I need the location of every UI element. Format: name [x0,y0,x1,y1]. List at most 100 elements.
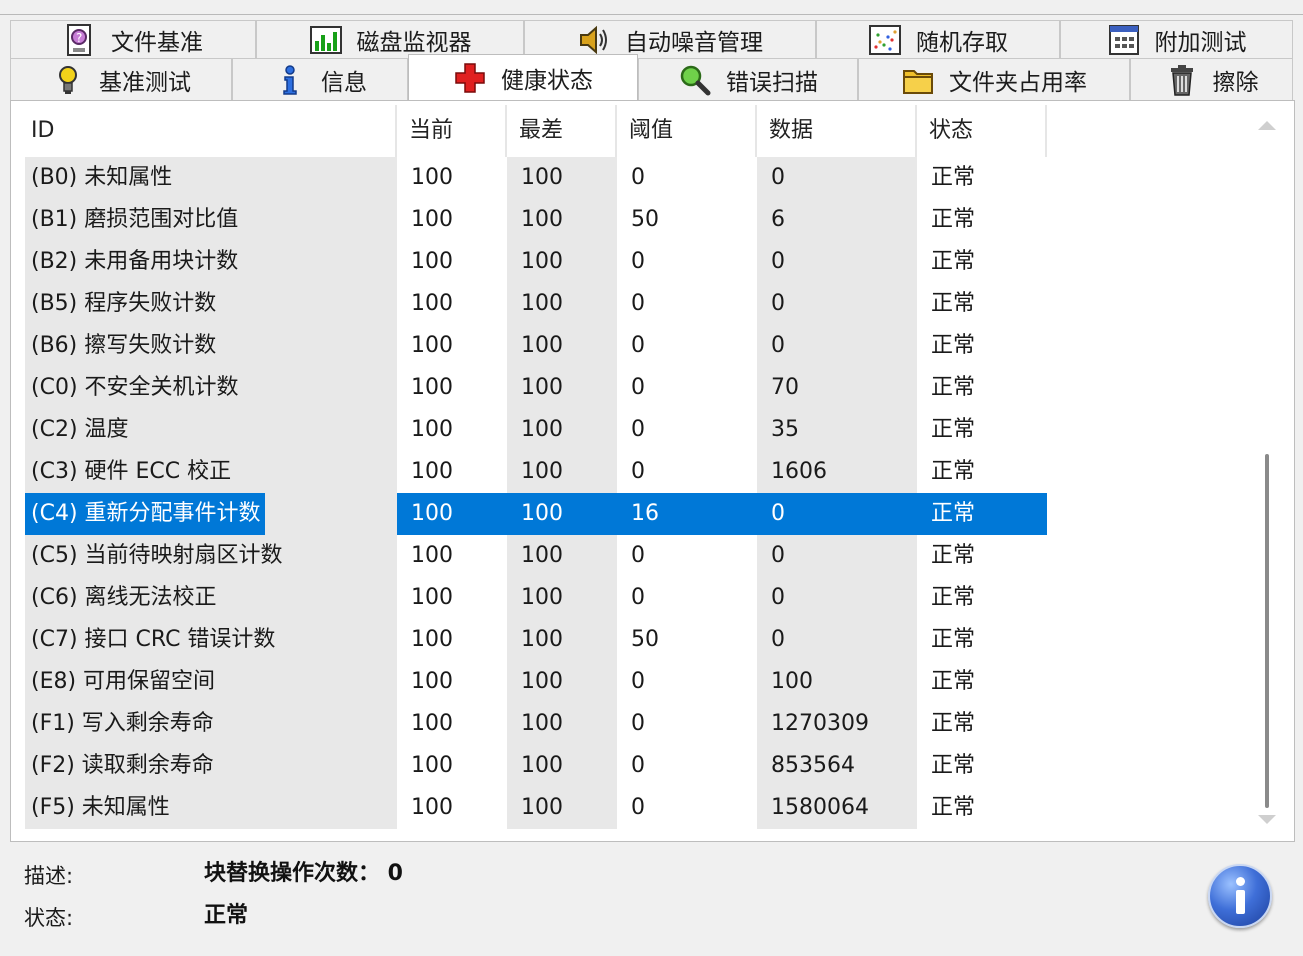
tab-label: 信息 [321,69,367,96]
tab-benchmark[interactable]: 基准测试 [10,58,232,100]
cell-status: 正常 [931,795,976,820]
tab-label: 文件基准 [111,29,203,56]
cell-id: (C6) 离线无法校正 [31,585,217,610]
table-row[interactable]: (B5) 程序失败计数 100 100 0 0 正常 [25,283,1049,325]
svg-text:?: ? [76,31,82,45]
cell-status: 正常 [931,585,976,610]
cell-status: 正常 [931,333,976,358]
cell-current: 100 [411,291,453,316]
cell-current: 100 [411,627,453,652]
cell-threshold: 0 [631,795,645,820]
cell-status: 正常 [931,375,976,400]
speaker-icon [577,23,611,57]
cell-current: 100 [411,459,453,484]
cell-threshold: 0 [631,585,645,610]
cell-data: 100 [771,669,813,694]
tab-extra-tests[interactable]: 附加测试 [1060,20,1293,58]
cell-data: 35 [771,417,799,442]
cell-status: 正常 [931,627,976,652]
table-row[interactable]: (C4) 重新分配事件计数 100 100 16 0 正常 [25,493,1049,535]
cell-id: (C3) 硬件 ECC 校正 [31,459,232,484]
header-threshold[interactable]: 阈值 [617,105,757,157]
table-row[interactable]: (B1) 磨损范围对比值 100 100 50 6 正常 [25,199,1049,241]
table-row[interactable]: (F5) 未知属性 100 100 0 1580064 正常 [25,787,1049,829]
table-row[interactable]: (E8) 可用保留空间 100 100 0 100 正常 [25,661,1049,703]
cell-id: (F2) 读取剩余寿命 [31,753,214,778]
table-row[interactable]: (B2) 未用备用块计数 100 100 0 0 正常 [25,241,1049,283]
cell-worst: 100 [521,207,563,232]
tab-label: 基准测试 [99,69,191,96]
header-id[interactable]: ID [25,105,397,157]
table-row[interactable]: (C7) 接口 CRC 错误计数 100 100 50 0 正常 [25,619,1049,661]
table-row[interactable]: (C2) 温度 100 100 0 35 正常 [25,409,1049,451]
table-row[interactable]: (C0) 不安全关机计数 100 100 0 70 正常 [25,367,1049,409]
cell-status: 正常 [931,543,976,568]
tab-random-access[interactable]: 随机存取 [816,20,1060,58]
tab-label: 错误扫描 [726,69,818,96]
cell-worst: 100 [521,417,563,442]
cell-id: (B0) 未知属性 [31,165,173,190]
cell-worst: 100 [521,585,563,610]
table-row[interactable]: (C6) 离线无法校正 100 100 0 0 正常 [25,577,1049,619]
table-row[interactable]: (C3) 硬件 ECC 校正 100 100 0 1606 正常 [25,451,1049,493]
cell-current: 100 [411,249,453,274]
scroll-down-icon[interactable] [1258,815,1276,824]
benchmark-bulb-icon [51,63,85,97]
vertical-scrollbar[interactable] [1254,105,1280,838]
cell-worst: 100 [521,459,563,484]
cell-current: 100 [411,501,453,526]
info-button-icon[interactable] [1208,864,1272,928]
cell-current: 100 [411,375,453,400]
cell-data: 0 [771,165,785,190]
cell-worst: 100 [521,333,563,358]
tab-info[interactable]: 信息 [232,58,408,100]
header-data[interactable]: 数据 [757,105,917,157]
cell-status: 正常 [931,207,976,232]
cell-status: 正常 [931,711,976,736]
table-row[interactable]: (B0) 未知属性 100 100 0 0 正常 [25,157,1049,199]
cell-data: 1606 [771,459,827,484]
tab-folder-usage[interactable]: 文件夹占用率 [858,58,1130,100]
tab-health[interactable]: 健康状态 [408,54,638,100]
scroll-thumb[interactable] [1265,454,1269,808]
cell-id: (C4) 重新分配事件计数 [31,501,261,526]
tab-label: 随机存取 [916,29,1008,56]
tab-label: 文件夹占用率 [949,69,1087,96]
cell-data: 0 [771,585,785,610]
cell-id: (B1) 磨损范围对比值 [31,207,239,232]
cell-worst: 100 [521,711,563,736]
table-row[interactable]: (C5) 当前待映射扇区计数 100 100 0 0 正常 [25,535,1049,577]
tab-erase[interactable]: 擦除 [1130,58,1293,100]
cell-status: 正常 [931,669,976,694]
header-status[interactable]: 状态 [917,105,1047,157]
tab-noise-management[interactable]: 自动噪音管理 [524,20,816,58]
header-current[interactable]: 当前 [397,105,507,157]
cell-status: 正常 [931,249,976,274]
cell-data: 0 [771,333,785,358]
extra-tests-icon [1107,23,1141,57]
cell-threshold: 50 [631,627,659,652]
cell-status: 正常 [931,753,976,778]
header-worst[interactable]: 最差 [507,105,617,157]
cell-threshold: 50 [631,207,659,232]
red-cross-icon [453,61,487,95]
table-row[interactable]: (F1) 写入剩余寿命 100 100 0 1270309 正常 [25,703,1049,745]
tab-disk-monitor[interactable]: 磁盘监视器 [256,20,524,58]
cell-status: 正常 [931,165,976,190]
tab-file-benchmark[interactable]: ? 文件基准 [10,20,256,58]
cell-worst: 100 [521,249,563,274]
scroll-up-icon[interactable] [1258,121,1276,130]
cell-threshold: 0 [631,711,645,736]
cell-current: 100 [411,333,453,358]
tab-error-scan[interactable]: 错误扫描 [638,58,858,100]
smart-attribute-list[interactable]: ID 当前 最差 阈值 数据 状态 (B0) 未知属性 100 100 0 0 正常 (B1… [25,105,1281,838]
cell-data: 6 [771,207,785,232]
cell-worst: 100 [521,291,563,316]
cell-worst: 100 [521,165,563,190]
table-row[interactable]: (B6) 擦写失败计数 100 100 0 0 正常 [25,325,1049,367]
cell-threshold: 0 [631,669,645,694]
table-row[interactable]: (F2) 读取剩余寿命 100 100 0 853564 正常 [25,745,1049,787]
tab-label: 擦除 [1212,69,1259,96]
cell-id: (C7) 接口 CRC 错误计数 [31,627,276,652]
cell-id: (C0) 不安全关机计数 [31,375,239,400]
